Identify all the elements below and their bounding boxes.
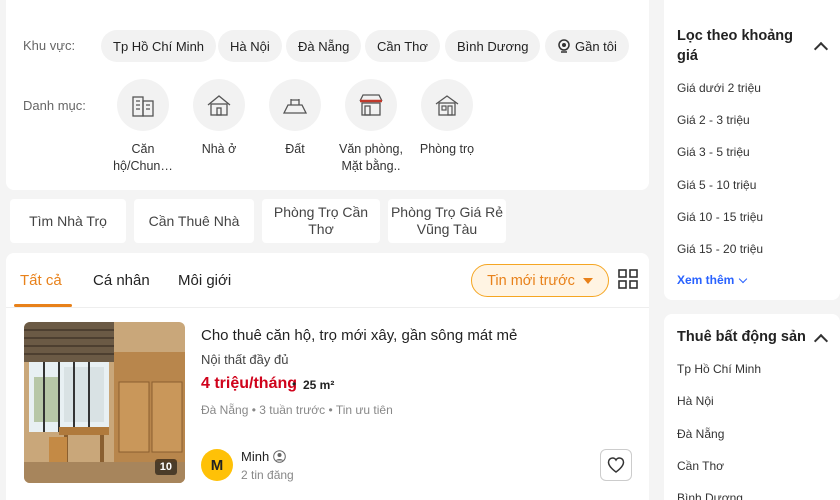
area-chip-label: Bình Dương <box>457 38 529 54</box>
quick-tag[interactable]: Phòng Trọ Giá Rẻ Vũng Tàu <box>388 199 506 243</box>
price-filter-title: Lọc theo khoảng giá <box>677 28 793 64</box>
rent-location-item[interactable]: Cần Thơ <box>677 459 724 473</box>
listing-panel: Tất cả Cá nhân Môi giới Tin mới trước 10… <box>6 253 649 500</box>
chevron-up-icon[interactable] <box>813 333 829 349</box>
separator: • <box>292 377 297 391</box>
photo-count-badge: 10 <box>154 459 177 475</box>
listing-price: 4 triệu/tháng <box>201 375 298 392</box>
area-chip-binhduong[interactable]: Bình Dương <box>445 30 541 62</box>
rent-location-item[interactable]: Tp Hồ Chí Minh <box>677 362 761 376</box>
seller-post-count: 2 tin đăng <box>241 468 294 482</box>
storefront-icon <box>359 94 383 116</box>
listing-title[interactable]: Cho thuê căn hộ, trọ mới xây, gần sông m… <box>201 327 517 344</box>
price-filter-card: Lọc theo khoảng giá Giá dưới 2 triệu Giá… <box>664 0 840 300</box>
area-chip-label: Đà Nẵng <box>298 38 350 54</box>
area-chip-label: Hà Nội <box>230 38 270 54</box>
save-listing-button[interactable] <box>600 449 632 481</box>
category-label: Văn phòng, Mặt bằng.. <box>339 142 403 173</box>
land-icon <box>282 99 308 114</box>
category-land[interactable]: Đất <box>255 79 335 158</box>
category-label: Căn hộ/Chun… <box>113 142 173 173</box>
category-label: Phòng trọ <box>419 142 475 156</box>
listing-area: 25 m² <box>303 378 335 392</box>
heart-icon <box>607 457 625 473</box>
quick-tag[interactable]: Tìm Nhà Trọ <box>10 199 126 243</box>
area-chip-label: Tp Hồ Chí Minh <box>113 38 205 54</box>
near-me-chip[interactable]: Gần tôi <box>545 30 629 62</box>
sort-dropdown[interactable]: Tin mới trước <box>471 264 609 297</box>
chevron-down-icon <box>739 274 748 283</box>
category-label: Đất <box>285 142 305 156</box>
rent-location-item[interactable]: Đà Nẵng <box>677 427 724 441</box>
avatar[interactable]: M <box>201 449 233 481</box>
category-office[interactable]: Văn phòng, Mặt bằng.. <box>331 79 411 175</box>
user-icon <box>273 450 286 463</box>
category-label: Nhà ở <box>201 142 237 156</box>
rent-section-title: Thuê bất động sản <box>677 329 806 345</box>
area-chip-hanoi[interactable]: Hà Nội <box>218 30 282 62</box>
tab-all[interactable]: Tất cả <box>20 253 62 307</box>
area-chip-cantho[interactable]: Cần Thơ <box>365 30 440 62</box>
price-option[interactable]: Giá 5 - 10 triệu <box>677 178 756 192</box>
near-me-label: Gần tôi <box>575 38 617 54</box>
seller-name-text: Minh <box>241 449 270 464</box>
price-option[interactable]: Giá 15 - 20 triệu <box>677 242 763 256</box>
location-pin-icon <box>558 39 570 53</box>
listing-subtitle: Nội thất đầy đủ <box>201 352 289 367</box>
tab-individual[interactable]: Cá nhân <box>93 253 150 307</box>
area-chip-danang[interactable]: Đà Nẵng <box>286 30 362 62</box>
rent-location-item[interactable]: Bình Dương <box>677 491 743 500</box>
tabs-divider <box>6 307 649 308</box>
rent-section-card: Thuê bất động sản Tp Hồ Chí Minh Hà Nội … <box>664 314 840 500</box>
see-more-link[interactable]: Xem thêm <box>677 273 748 287</box>
area-row-label: Khu vực: <box>23 38 76 53</box>
quick-tag[interactable]: Cần Thuê Nhà <box>134 199 254 243</box>
seller-name[interactable]: Minh <box>241 449 286 464</box>
category-house[interactable]: Nhà ở <box>179 79 259 158</box>
price-option[interactable]: Giá 10 - 15 triệu <box>677 210 763 224</box>
caret-down-icon <box>582 277 593 284</box>
apartment-icon <box>132 96 154 117</box>
category-room[interactable]: Phòng trọ <box>407 79 487 158</box>
rent-location-item[interactable]: Hà Nội <box>677 394 714 408</box>
house-icon <box>207 95 231 116</box>
price-option[interactable]: Giá 3 - 5 triệu <box>677 145 750 159</box>
price-option[interactable]: Giá dưới 2 triệu <box>677 81 761 95</box>
price-option[interactable]: Giá 2 - 3 triệu <box>677 113 750 127</box>
quick-tag[interactable]: Phòng Trọ Cần Thơ <box>262 199 380 243</box>
category-row-label: Danh mục: <box>23 98 86 113</box>
sort-label: Tin mới trước <box>487 272 575 289</box>
listing-meta: Đà Nẵng • 3 tuần trước • Tin ưu tiên <box>201 403 393 417</box>
room-icon <box>435 95 459 116</box>
chevron-up-icon[interactable] <box>813 41 829 57</box>
see-more-label: Xem thêm <box>677 273 735 287</box>
tab-broker[interactable]: Môi giới <box>178 253 231 307</box>
area-chip-label: Cần Thơ <box>377 38 428 54</box>
filter-card: Khu vực: Tp Hồ Chí Minh Hà Nội Đà Nẵng C… <box>6 0 649 190</box>
listing-thumbnail[interactable]: 10 <box>24 322 185 483</box>
area-chip-hcm[interactable]: Tp Hồ Chí Minh <box>101 30 217 62</box>
grid-view-icon[interactable] <box>618 269 638 289</box>
category-apartment[interactable]: Căn hộ/Chun… <box>103 79 183 175</box>
